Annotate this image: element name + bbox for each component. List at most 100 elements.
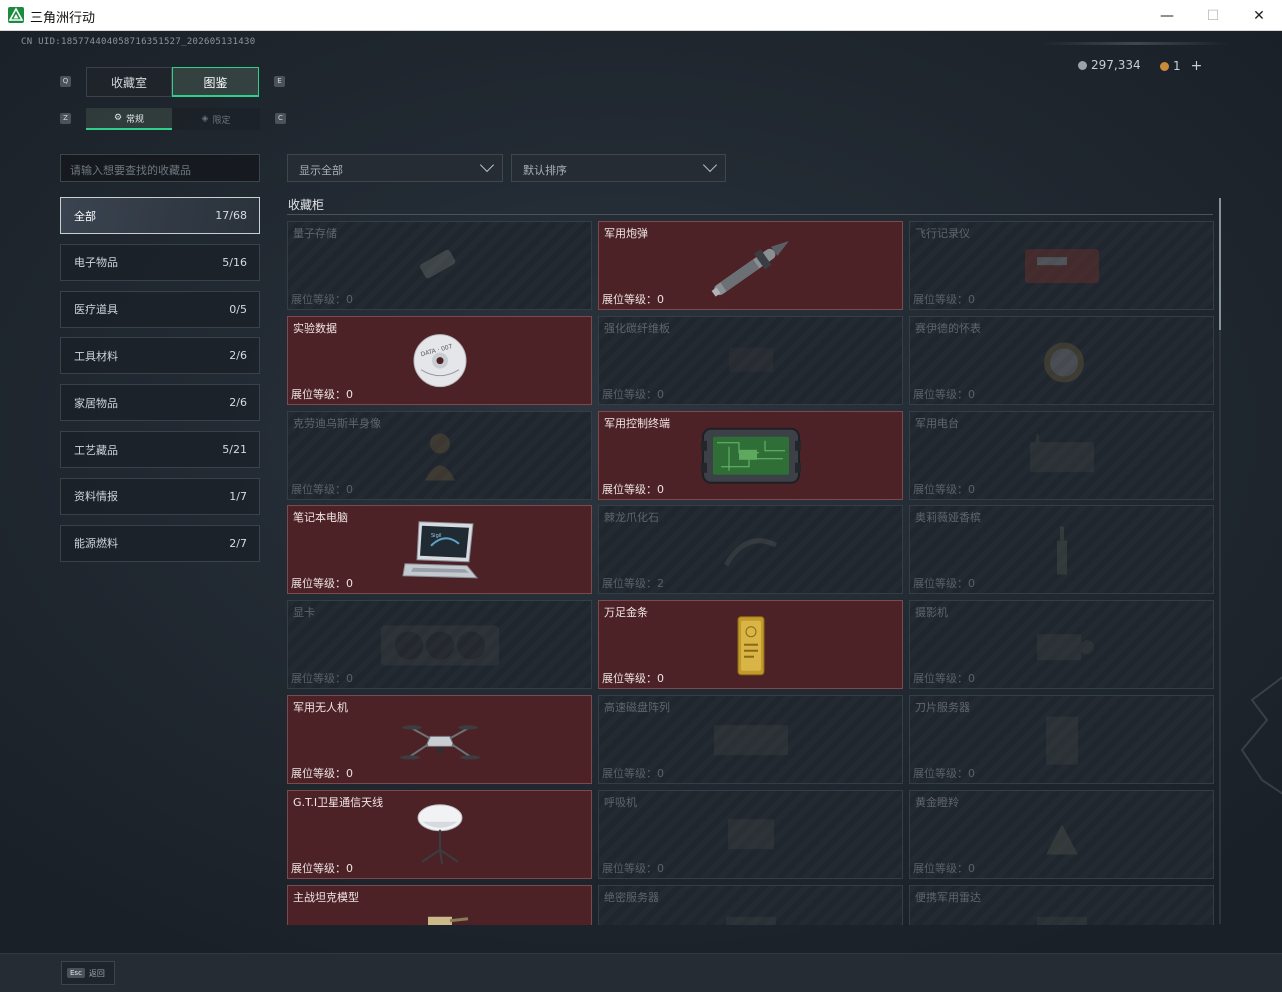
collection-card[interactable]: 高速磁盘阵列 展位等级：0 — [598, 695, 903, 784]
collection-grid: 量子存储 展位等级：0 军用炮弹 展位等级：0 飞行记录仪 展位等级：0 DATA · 00… — [287, 221, 1214, 925]
tab-label: 限定 — [212, 115, 231, 126]
collection-card[interactable]: 显卡展位等级：0 — [287, 600, 592, 690]
collection-card[interactable]: 强化碳纤维板 展位等级：0 — [598, 315, 903, 405]
collection-card[interactable]: 便携军用雷达 — [909, 884, 1214, 925]
collection-card[interactable]: 军用无人机 展位等级：0 — [287, 695, 592, 784]
collection-card[interactable]: 飞行记录仪展位等级：0 — [909, 221, 1214, 310]
item-name: 军用炮弹 — [604, 227, 648, 240]
collection-card[interactable]: Sigil 笔记本电脑 展位等级：0 — [287, 505, 592, 595]
collection-card[interactable]: 军用电台 展位等级：0 — [909, 410, 1214, 500]
item-name: 高速磁盘阵列 — [604, 701, 670, 714]
tab-label: 常规 — [126, 114, 145, 125]
coin-icon — [1078, 60, 1087, 70]
app-logo-icon — [8, 7, 24, 23]
booth-level: 展位等级：0 — [291, 767, 353, 780]
tab-collection-room[interactable]: 收藏室 — [86, 67, 172, 97]
collection-card[interactable]: 绝密服务器 — [598, 884, 903, 925]
search-input[interactable]: 请输入想要查找的收藏品 — [60, 154, 260, 182]
back-label: 返回 — [88, 968, 105, 978]
collection-card[interactable]: 克劳迪乌斯半身像 展位等级：0 — [287, 410, 592, 500]
category-item[interactable]: 医疗道具 0/5 — [60, 290, 260, 328]
scrollbar-thumb[interactable] — [1219, 198, 1221, 330]
booth-level: 展位等级：0 — [291, 293, 353, 306]
graphics-card-icon — [375, 615, 505, 679]
tab-catalog[interactable]: 图鉴 — [172, 67, 259, 97]
secret-server-icon — [716, 909, 786, 925]
limited-icon: ◈ — [201, 114, 209, 124]
collection-card[interactable]: 主战坦克模型 — [287, 884, 592, 925]
camera-icon — [1027, 620, 1097, 674]
booth-level: 展位等级：0 — [913, 577, 975, 591]
gazelle-statue-icon — [1032, 805, 1092, 869]
collection-card[interactable]: G.T.I卫星通信天线 展位等级：0 — [287, 789, 592, 879]
collection-card[interactable]: DATA · 007 实验数据 展位等级：0 — [287, 315, 592, 405]
minimize-button[interactable]: — — [1144, 0, 1190, 31]
ticket-amount: 1 — [1173, 59, 1181, 73]
collection-card[interactable]: 奥莉薇娅香槟 展位等级：0 — [909, 505, 1214, 595]
regular-icon: ⚙ — [113, 113, 123, 123]
category-item[interactable]: 能源燃料 2/7 — [60, 524, 260, 562]
category-count: 0/5 — [229, 302, 247, 316]
booth-level: 展位等级：0 — [291, 672, 353, 686]
back-button[interactable]: Esc 返回 — [61, 961, 115, 985]
item-name: 显卡 — [293, 606, 315, 620]
category-item[interactable]: 工具材料 2/6 — [60, 337, 260, 375]
category-count: 5/16 — [222, 255, 247, 269]
add-ticket-button[interactable]: + — [1191, 58, 1203, 74]
collection-card[interactable]: 量子存储 展位等级：0 — [287, 221, 592, 310]
radio-icon — [1022, 430, 1102, 484]
booth-level: 展位等级：0 — [602, 672, 664, 686]
dropdown-value: 默认排序 — [523, 164, 567, 177]
collection-card[interactable]: 黄金瞪羚 展位等级：0 — [909, 789, 1214, 879]
collection-card[interactable]: 赛伊德的怀表 展位等级：0 — [909, 315, 1214, 405]
collection-card[interactable]: 摄影机 展位等级：0 — [909, 600, 1214, 690]
category-count: 17/68 — [215, 209, 247, 222]
background-streak — [1040, 42, 1230, 45]
category-label: 医疗道具 — [74, 303, 118, 317]
collection-card[interactable]: 万足金条展位等级：0 — [598, 600, 903, 690]
category-item[interactable]: 家居物品 2/6 — [60, 384, 260, 422]
collection-card[interactable]: 刀片服务器 展位等级：0 — [909, 695, 1214, 784]
maximize-button[interactable]: ☐ — [1190, 0, 1236, 31]
sort-dropdown[interactable]: 默认排序 — [511, 154, 726, 182]
item-name: 棘龙爪化石 — [604, 511, 659, 525]
tank-model-icon — [410, 909, 470, 925]
booth-level: 展位等级：0 — [602, 293, 664, 306]
booth-level: 展位等级：0 — [913, 293, 975, 306]
carbon-plate-icon — [721, 340, 781, 384]
ticket-balance[interactable]: 1 + — [1160, 58, 1202, 74]
tab-limited[interactable]: ◈ 限定 — [172, 108, 260, 130]
collection-card[interactable]: 棘龙爪化石 展位等级：2 — [598, 505, 903, 595]
laptop-icon: Sigil — [397, 518, 483, 588]
booth-level: 展位等级：0 — [913, 861, 975, 875]
bust-statue-icon — [415, 426, 465, 490]
category-label: 家居物品 — [74, 396, 118, 410]
tab-regular[interactable]: ⚙ 常规 — [86, 108, 172, 130]
user-uid: CN UID:185774404058716351527_20260513143… — [21, 37, 256, 47]
close-button[interactable]: ✕ — [1236, 0, 1282, 31]
item-name: 绝密服务器 — [604, 890, 659, 904]
item-name: 军用控制终端 — [604, 416, 670, 430]
collection-card[interactable]: 呼吸机 展位等级：0 — [598, 789, 903, 879]
category-label: 能源燃料 — [74, 537, 118, 551]
category-item[interactable]: 全部 17/68 — [60, 197, 260, 234]
collection-card[interactable]: 军用控制终端 展位等级：0 — [598, 410, 903, 500]
item-name: 实验数据 — [293, 321, 337, 335]
section-divider — [287, 214, 1213, 215]
dropdown-value: 显示全部 — [299, 164, 343, 177]
booth-level: 展位等级：0 — [602, 767, 664, 780]
display-filter-dropdown[interactable]: 显示全部 — [287, 154, 503, 182]
item-name: 赛伊德的怀表 — [915, 321, 981, 335]
booth-level: 展位等级：0 — [913, 672, 975, 686]
category-item[interactable]: 工艺藏品 5/21 — [60, 431, 260, 468]
radar-icon — [1027, 909, 1097, 925]
category-item[interactable]: 资料情报 1/7 — [60, 477, 260, 515]
item-name: 万足金条 — [604, 606, 648, 620]
item-name: 便携军用雷达 — [915, 890, 981, 904]
item-name: 飞行记录仪 — [915, 227, 970, 240]
booth-level: 展位等级：0 — [291, 482, 353, 496]
booth-level: 展位等级：0 — [913, 767, 975, 780]
category-item[interactable]: 电子物品 5/16 — [60, 243, 260, 281]
collection-card[interactable]: 军用炮弹展位等级：0 — [598, 221, 903, 310]
bottom-bar — [0, 953, 1282, 992]
